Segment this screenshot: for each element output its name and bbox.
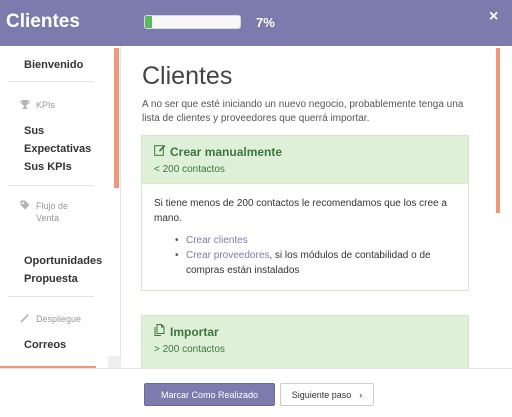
card-subtitle: > 200 contactos <box>154 344 225 355</box>
header-title: Clientes <box>6 11 80 32</box>
sidebar-section-despliegue: Despliegue <box>20 313 81 327</box>
card-body: Si tiene menos de 200 contactos le recom… <box>142 184 468 290</box>
edit-icon <box>154 144 166 159</box>
mark-done-button[interactable]: Marcar Como Realizado <box>144 383 275 406</box>
close-icon[interactable]: × <box>489 8 498 26</box>
card-body-text: Si tiene menos de 200 contactos le recom… <box>154 198 447 224</box>
crear-proveedores-link[interactable]: Crear proveedores <box>186 250 269 261</box>
trophy-icon <box>20 99 30 113</box>
sidebar-item-oportunidades[interactable]: Oportunidades <box>24 252 102 270</box>
copy-icon <box>154 324 166 339</box>
card-link-list: Crear clientes Crear proveedores, si los… <box>154 233 456 278</box>
card-title: Crear manualmente <box>154 144 456 159</box>
sidebar-section-label-line2: Venta <box>36 213 60 223</box>
card-title-text: Importar <box>170 324 219 339</box>
card-import: Importar > 200 contactos <box>141 315 469 369</box>
sidebar-section-kpis: KPIs <box>20 99 55 113</box>
sidebar-item-propuesta[interactable]: Propuesta <box>24 270 78 288</box>
crear-clientes-link[interactable]: Crear clientes <box>186 235 248 246</box>
sidebar-scrollbar[interactable] <box>114 48 119 188</box>
sidebar-item-sus-expectativas-line2[interactable]: Expectativas <box>24 140 91 158</box>
sidebar-divider <box>8 296 94 297</box>
sidebar-section-flujo: Flujo de Venta <box>20 200 68 224</box>
sidebar-item-correos[interactable]: Correos <box>24 336 66 354</box>
sidebar-section-label: Flujo de <box>36 201 69 211</box>
card-title-text: Crear manualmente <box>170 144 283 159</box>
header-bar: Clientes 7% × <box>0 0 512 46</box>
magic-wand-icon <box>20 313 30 327</box>
card-subtitle: < 200 contactos <box>154 164 225 175</box>
card-header: Importar > 200 contactos <box>142 316 468 369</box>
sidebar-section-label: Despliegue <box>36 314 82 324</box>
sidebar-divider <box>8 81 94 82</box>
sidebar-scroll-corner <box>108 356 121 368</box>
progress-percent: 7% <box>256 15 275 30</box>
card-manual: Crear manualmente < 200 contactos Si tie… <box>141 135 469 291</box>
page-title: Clientes <box>142 62 233 90</box>
progress-bar <box>144 15 241 29</box>
sidebar-divider <box>8 185 94 186</box>
next-step-label: Siguiente paso <box>291 389 352 400</box>
tag-icon <box>20 200 30 214</box>
next-step-button[interactable]: Siguiente paso › <box>280 383 374 406</box>
card-title: Importar <box>154 324 456 339</box>
sidebar-item-bienvenido[interactable]: Bienvenido <box>24 56 83 74</box>
sidebar-item-sus-expectativas[interactable]: Sus <box>24 122 44 140</box>
chevron-right-icon: › <box>359 389 363 400</box>
page-description: A no ser que esté iniciando un nuevo neg… <box>142 99 464 124</box>
list-item: Crear clientes <box>174 233 456 248</box>
progress-fill <box>145 16 152 28</box>
sidebar-section-label: KPIs <box>36 100 56 110</box>
list-item: Crear proveedores, si los módulos de con… <box>174 248 456 278</box>
sidebar-item-sus-kpis[interactable]: Sus KPIs <box>24 158 72 176</box>
main-scrollbar[interactable] <box>496 48 500 213</box>
card-header: Crear manualmente < 200 contactos <box>142 136 468 184</box>
